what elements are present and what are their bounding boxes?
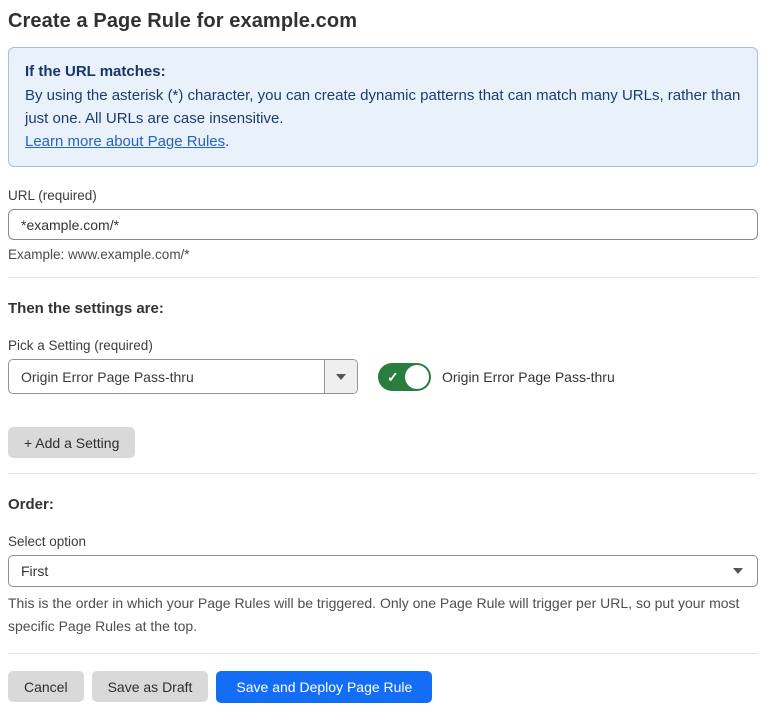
create-page-rule-form: Create a Page Rule for example.com If th…	[8, 10, 758, 703]
url-match-info-box: If the URL matches: By using the asteris…	[8, 47, 758, 167]
setting-dropdown-arrow-button[interactable]	[324, 360, 357, 393]
page-title: Create a Page Rule for example.com	[8, 10, 358, 32]
order-select-label: Select option	[8, 534, 87, 549]
url-input[interactable]	[8, 209, 758, 240]
cancel-button[interactable]: Cancel	[8, 671, 84, 702]
footer-actions: Cancel Save as Draft Save and Deploy Pag…	[8, 671, 758, 703]
learn-more-link[interactable]: Learn more about Page Rules	[25, 133, 225, 150]
settings-section-heading: Then the settings are:	[8, 300, 164, 317]
toggle-knob	[405, 364, 429, 389]
info-link-row: Learn more about Page Rules.	[25, 130, 741, 153]
check-icon: ✓	[387, 368, 399, 385]
setting-toggle[interactable]: ✓	[378, 362, 431, 391]
order-select[interactable]: First	[8, 555, 758, 587]
order-helper-text: This is the order in which your Page Rul…	[8, 595, 740, 634]
url-label: URL (required)	[8, 188, 97, 203]
save-draft-button[interactable]: Save as Draft	[91, 671, 209, 702]
order-select-value: First	[21, 563, 49, 579]
setting-dropdown[interactable]: Origin Error Page Pass-thru	[8, 359, 358, 394]
info-box-body: By using the asterisk (*) character, you…	[25, 87, 741, 127]
setting-toggle-label: Origin Error Page Pass-thru	[442, 368, 615, 385]
divider	[8, 277, 758, 278]
setting-row: Origin Error Page Pass-thru ✓ Origin Err…	[8, 359, 758, 394]
caret-down-icon	[733, 568, 743, 574]
pick-setting-label: Pick a Setting (required)	[8, 338, 153, 353]
divider	[8, 473, 758, 474]
info-link-period: .	[225, 133, 230, 150]
setting-dropdown-value: Origin Error Page Pass-thru	[21, 368, 194, 385]
add-setting-button[interactable]: + Add a Setting	[8, 427, 136, 458]
url-example-helper: Example: www.example.com/*	[8, 247, 190, 262]
order-section-heading: Order:	[8, 496, 54, 513]
caret-down-icon	[336, 373, 346, 380]
info-box-heading: If the URL matches:	[25, 63, 166, 80]
save-deploy-button[interactable]: Save and Deploy Page Rule	[216, 671, 433, 703]
divider	[8, 653, 758, 654]
